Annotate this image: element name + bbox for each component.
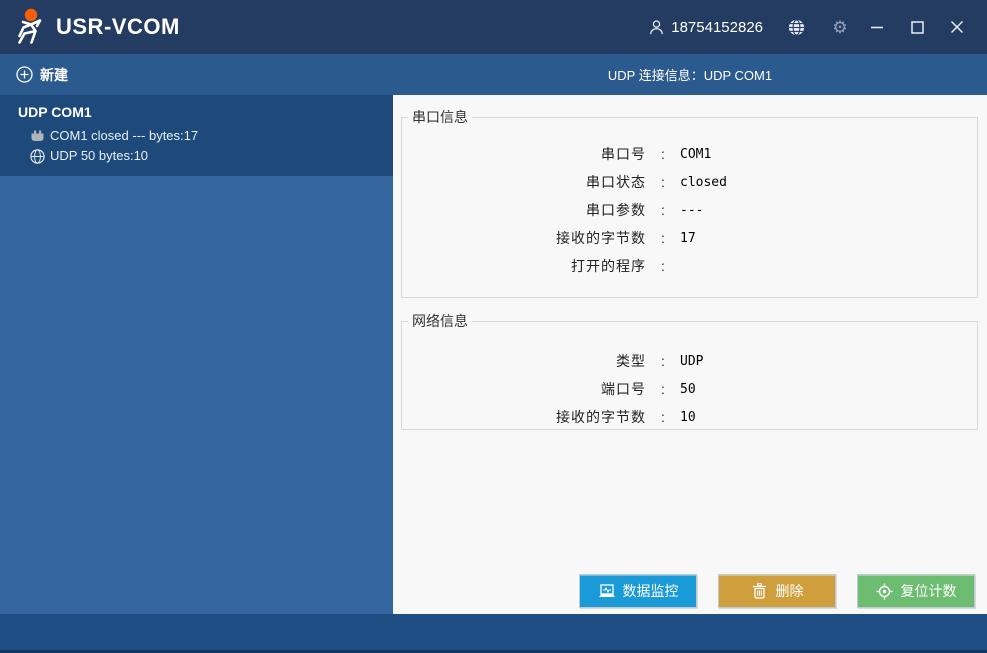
network-port-value: 50	[680, 381, 696, 397]
serial-row-port: 串口号 : COM1	[601, 146, 712, 162]
serial-row-bytes: 接收的字节数 : 17	[556, 230, 696, 246]
delete-label: 删除	[775, 583, 804, 599]
titlebar: USR-VCOM 18754152826 ⚙	[0, 0, 987, 54]
serial-connector-icon	[29, 129, 45, 143]
network-row-port: 端口号 : 50	[601, 381, 696, 397]
data-monitor-button[interactable]: 数据监控	[579, 574, 697, 608]
app-title: USR-VCOM	[56, 14, 180, 39]
circle-plus-icon	[16, 66, 33, 83]
connection-list-item-selected[interactable]: UDP COM1 COM1 closed --- bytes:17 UDP 50…	[0, 95, 393, 176]
reset-count-button[interactable]: 复位计数	[857, 574, 975, 608]
globe-icon	[29, 148, 45, 164]
new-connection-label: 新建	[40, 66, 68, 83]
serial-row-state: 串口状态 : closed	[586, 174, 727, 190]
network-info-title: 网络信息	[412, 313, 468, 329]
user-phone: 18754152826	[671, 18, 763, 36]
serial-state-value: closed	[680, 174, 727, 190]
serial-row-params: 串口参数 : ---	[586, 202, 704, 218]
serial-info-section: 串口信息 串口号 : COM1 串口状态 : closed 串口参数 : ---	[401, 107, 978, 298]
crosshair-target-icon	[876, 583, 894, 599]
serial-params-value: ---	[680, 202, 704, 218]
close-button[interactable]	[937, 12, 977, 42]
connection-info-text: UDP 连接信息：UDP COM1	[607, 68, 773, 83]
network-type-value: UDP	[680, 353, 704, 369]
serial-row-program: 打开的程序 :	[571, 258, 665, 274]
reset-count-label: 复位计数	[900, 583, 957, 599]
connection-title: UDP COM1	[18, 104, 92, 120]
network-bytes-value: 10	[680, 409, 696, 425]
delete-button[interactable]: 删除	[718, 574, 836, 608]
statusbar	[0, 614, 987, 653]
user-account[interactable]: 18754152826	[648, 19, 763, 36]
serial-info-title: 串口信息	[412, 109, 468, 125]
language-globe-icon[interactable]	[779, 12, 813, 42]
navbar: 新建 UDP 连接信息：UDP COM1	[0, 54, 987, 95]
connection-network-status: UDP 50 bytes:10	[50, 148, 149, 163]
minimize-button[interactable]	[857, 12, 897, 42]
network-row-type: 类型 : UDP	[616, 353, 704, 369]
new-connection-button[interactable]: 新建	[16, 65, 68, 85]
detail-panel: 串口信息 串口号 : COM1 串口状态 : closed 串口参数 : ---	[393, 95, 987, 614]
serial-bytes-value: 17	[680, 230, 696, 246]
serial-port-value: COM1	[680, 146, 712, 162]
connection-serial-status: COM1 closed --- bytes:17	[50, 128, 199, 143]
network-row-bytes: 接收的字节数 : 10	[556, 409, 696, 425]
usr-logo-icon	[8, 5, 50, 49]
trash-icon	[751, 583, 769, 599]
data-monitor-label: 数据监控	[622, 583, 679, 599]
user-icon	[648, 19, 665, 36]
action-buttons: 数据监控 删除 复位计数	[579, 574, 975, 608]
connection-network-row: UDP 50 bytes:10	[18, 146, 381, 166]
connection-list-sidebar: UDP COM1 COM1 closed --- bytes:17 UDP 50…	[0, 95, 393, 614]
maximize-button[interactable]	[897, 12, 937, 42]
laptop-pulse-icon	[598, 583, 616, 599]
settings-gear-icon[interactable]: ⚙	[823, 12, 857, 42]
connection-serial-row: COM1 closed --- bytes:17	[18, 126, 381, 146]
network-info-section: 网络信息 类型 : UDP 端口号 : 50 接收的字节数 : 10	[401, 311, 978, 430]
